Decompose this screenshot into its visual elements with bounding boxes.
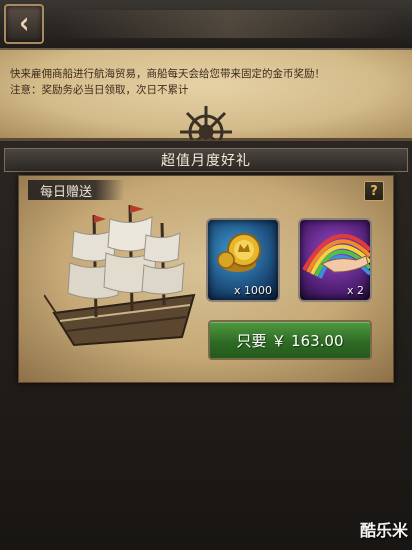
watermark-logo: 酷乐米 — [300, 512, 408, 546]
merchant-ship-image — [43, 195, 204, 365]
gold-coin-item[interactable]: x 1000 — [206, 218, 280, 302]
gold-coin-quantity: x 1000 — [233, 284, 272, 297]
buy-button[interactable]: 只要 ￥ 163.00 — [208, 320, 372, 360]
back-chevron-icon: ‹ — [19, 6, 29, 41]
ship-wheel-icon — [174, 100, 238, 140]
question-mark-icon: ? — [370, 183, 378, 199]
rainbow-hand-quantity: x 2 — [346, 284, 364, 297]
section-title-bar: 超值月度好礼 — [4, 148, 408, 172]
rainbow-hand-icon — [302, 233, 370, 279]
back-button[interactable]: ‹ — [4, 4, 44, 44]
help-button[interactable]: ? — [364, 181, 384, 201]
top-bar — [0, 0, 412, 50]
watermark-text: 酷乐米 — [359, 521, 408, 540]
buy-button-label: 只要 ￥ 163.00 — [236, 331, 344, 350]
section-title: 超值月度好礼 — [161, 153, 251, 169]
banner-decoration — [60, 10, 400, 38]
rainbow-hand-item[interactable]: x 2 — [298, 218, 372, 302]
notice-text-line1: 快来雇佣商船进行航海贸易，商船每天会给您带来固定的金币奖励！ — [10, 68, 325, 80]
gold-coin-icon — [217, 233, 261, 272]
notice-text-line2: 注意：奖励务必当日领取，次日不累计 — [10, 84, 189, 96]
